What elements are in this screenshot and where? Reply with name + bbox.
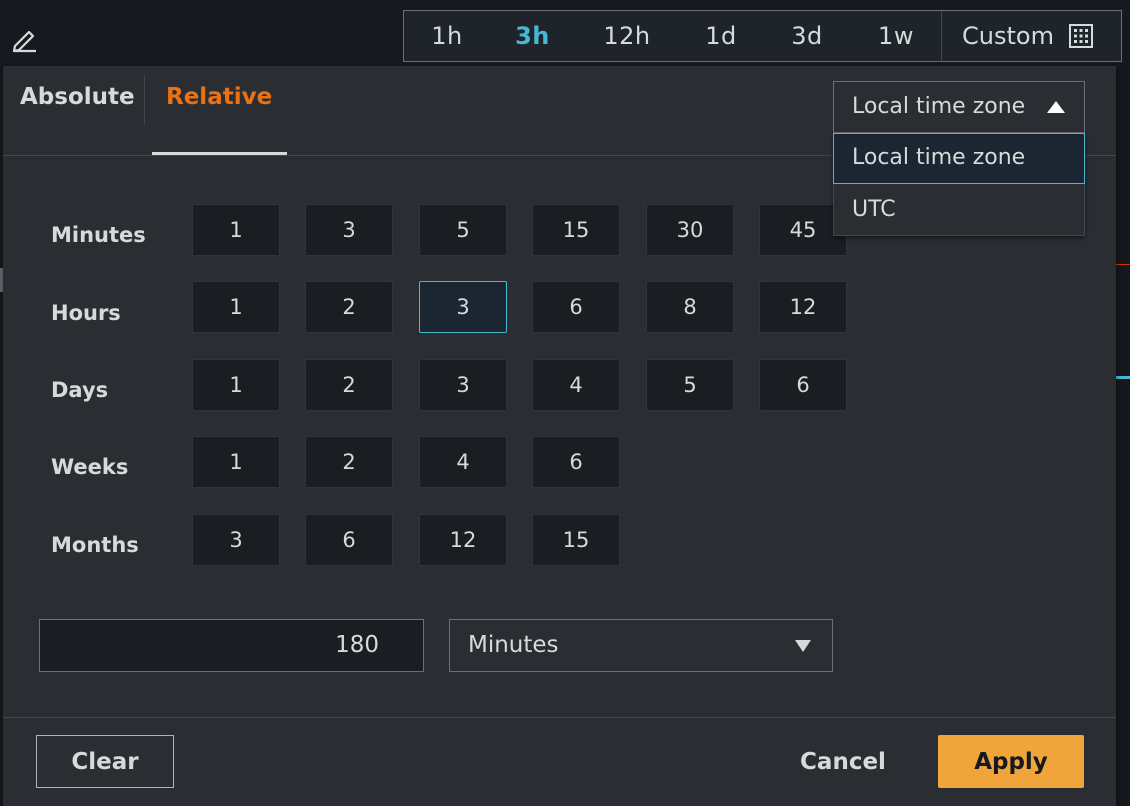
months-label: Months (51, 533, 139, 557)
hours-option[interactable]: 6 (532, 281, 620, 333)
caret-up-icon (1047, 101, 1065, 113)
timezone-option-utc[interactable]: UTC (834, 185, 1086, 236)
months-option[interactable]: 12 (419, 514, 507, 566)
days-option[interactable]: 1 (192, 359, 280, 411)
range-1h-button[interactable]: 1h (404, 11, 490, 61)
timezone-selected-value: Local time zone (852, 94, 1026, 119)
range-3h-button[interactable]: 3h (490, 11, 575, 61)
minutes-label: Minutes (51, 223, 146, 247)
top-toolbar: 1h 3h 12h 1d 3d 1w Custom (0, 0, 1130, 66)
weeks-option[interactable]: 6 (532, 436, 620, 488)
days-option[interactable]: 5 (646, 359, 734, 411)
minutes-option[interactable]: 15 (532, 204, 620, 256)
footer-divider (3, 717, 1116, 718)
days-option[interactable]: 3 (419, 359, 507, 411)
custom-range-label: Custom (962, 22, 1054, 50)
tab-relative[interactable]: Relative (166, 84, 272, 110)
timezone-dropdown-menu: Local time zone UTC (833, 133, 1085, 236)
minutes-option[interactable]: 3 (305, 204, 393, 256)
cancel-button[interactable]: Cancel (793, 735, 893, 788)
range-1d-button[interactable]: 1d (679, 11, 763, 61)
hours-option[interactable]: 1 (192, 281, 280, 333)
range-1w-button[interactable]: 1w (851, 11, 941, 61)
weeks-option[interactable]: 2 (305, 436, 393, 488)
days-option[interactable]: 4 (532, 359, 620, 411)
range-12h-button[interactable]: 12h (575, 11, 679, 61)
hours-option[interactable]: 2 (305, 281, 393, 333)
background-edge (1116, 376, 1130, 379)
duration-unit-select[interactable]: Minutes (449, 619, 833, 672)
minutes-option[interactable]: 5 (419, 204, 507, 256)
months-option[interactable]: 3 (192, 514, 280, 566)
clear-button[interactable]: Clear (36, 735, 174, 788)
months-option[interactable]: 6 (305, 514, 393, 566)
months-option[interactable]: 15 (532, 514, 620, 566)
hours-option-selected[interactable]: 3 (419, 281, 507, 333)
days-option[interactable]: 6 (759, 359, 847, 411)
weeks-label: Weeks (51, 455, 129, 479)
minutes-option[interactable]: 30 (646, 204, 734, 256)
hours-option[interactable]: 12 (759, 281, 847, 333)
range-3d-button[interactable]: 3d (763, 11, 851, 61)
caret-down-icon (795, 640, 811, 652)
weeks-option[interactable]: 4 (419, 436, 507, 488)
background-edge (1116, 264, 1130, 265)
time-range-selector: 1h 3h 12h 1d 3d 1w Custom (403, 10, 1122, 62)
hours-option[interactable]: 8 (646, 281, 734, 333)
apply-button[interactable]: Apply (938, 735, 1084, 788)
tab-absolute[interactable]: Absolute (20, 84, 135, 110)
calendar-icon (1068, 24, 1093, 48)
tab-divider (144, 75, 145, 125)
timezone-select[interactable]: Local time zone (833, 81, 1085, 133)
weeks-option[interactable]: 1 (192, 436, 280, 488)
days-option[interactable]: 2 (305, 359, 393, 411)
custom-range-button[interactable]: Custom (941, 11, 1121, 61)
minutes-option[interactable]: 1 (192, 204, 280, 256)
duration-unit-value: Minutes (468, 632, 559, 658)
edit-pencil-icon[interactable] (10, 24, 40, 54)
timezone-option-local[interactable]: Local time zone (833, 133, 1085, 184)
days-label: Days (51, 378, 109, 402)
duration-amount-input[interactable]: 180 (39, 619, 424, 672)
hours-label: Hours (51, 301, 121, 325)
